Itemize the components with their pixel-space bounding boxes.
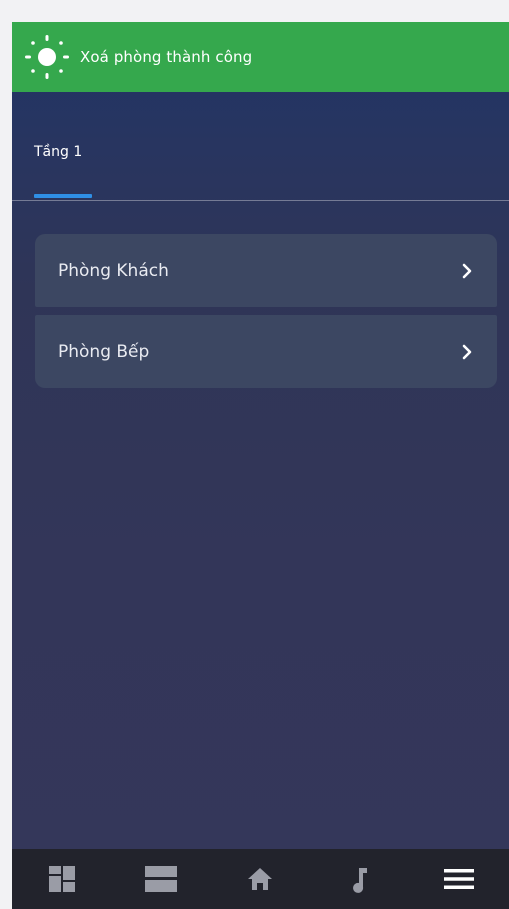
active-tab-indicator [34, 194, 92, 198]
nav-dashboard[interactable] [42, 859, 82, 899]
floor-tabs: Tầng 1 [12, 122, 509, 201]
home-icon [248, 868, 273, 890]
rooms-icon [145, 866, 178, 892]
bottom-navigation [12, 849, 509, 909]
room-list: Phòng Khách Phòng Bếp [35, 234, 497, 396]
chevron-right-icon [455, 340, 479, 364]
dashboard-icon [48, 866, 75, 892]
nav-menu[interactable] [439, 859, 479, 899]
nav-music[interactable] [340, 859, 380, 899]
tab-floor-1[interactable]: Tầng 1 [34, 144, 82, 160]
app-screen: Xoá phòng thành công Tầng 1 Phòng Khách … [12, 22, 509, 909]
chevron-right-icon [455, 259, 479, 283]
menu-icon [444, 869, 475, 889]
sun-icon [22, 32, 72, 82]
room-name: Phòng Bếp [58, 341, 150, 362]
room-item-phong-bep[interactable]: Phòng Bếp [35, 315, 497, 388]
nav-rooms[interactable] [141, 859, 181, 899]
room-item-phong-khach[interactable]: Phòng Khách [35, 234, 497, 307]
nav-home[interactable] [240, 859, 280, 899]
success-toast: Xoá phòng thành công [12, 22, 509, 92]
music-icon [352, 868, 367, 893]
room-name: Phòng Khách [58, 260, 169, 281]
toast-message: Xoá phòng thành công [80, 48, 253, 66]
